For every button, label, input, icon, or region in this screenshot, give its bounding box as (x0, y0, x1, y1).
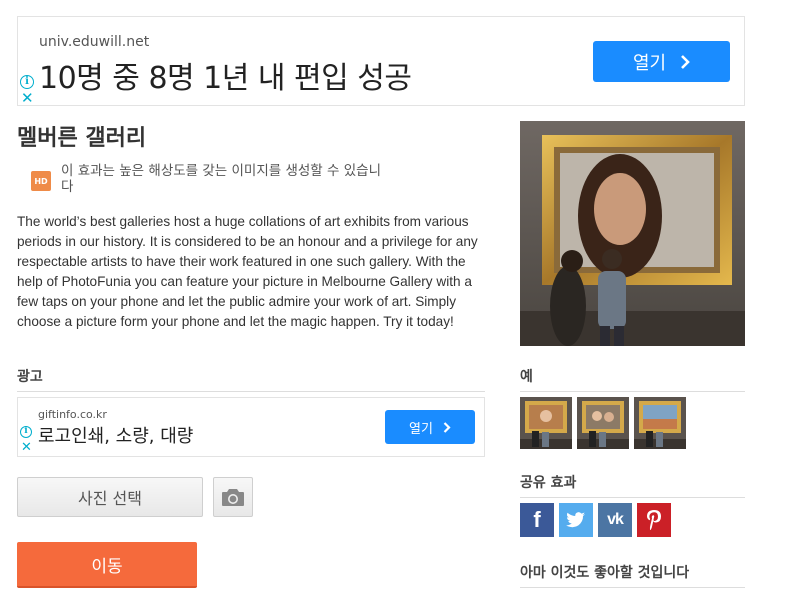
mid-ad-banner[interactable]: giftinfo.co.kr 로고인쇄, 소량, 대량 열기 i ✕ (17, 397, 485, 457)
twitter-share-button[interactable] (559, 503, 593, 537)
ads-heading: 광고 (17, 366, 485, 392)
hd-note-text: 이 효과는 높은 해상도를 갖는 이미지를 생성할 수 있습니다 (61, 163, 381, 195)
facebook-share-button[interactable]: f (520, 503, 554, 537)
example-thumbnail[interactable] (577, 397, 629, 449)
related-item-partial[interactable] (520, 596, 680, 602)
pinterest-icon (647, 510, 661, 530)
ad-open-label: 열기 (409, 421, 433, 437)
ad-headline[interactable]: 10명 중 8명 1년 내 편입 성공 (39, 53, 412, 97)
ad-domain[interactable]: giftinfo.co.kr (38, 408, 107, 421)
ad-open-button[interactable]: 열기 (385, 410, 475, 444)
chevron-right-icon (443, 421, 451, 433)
ad-close-icon[interactable]: ✕ (21, 91, 34, 106)
ad-headline[interactable]: 로고인쇄, 소량, 대량 (38, 422, 193, 448)
twitter-icon (566, 512, 585, 528)
top-ad-banner[interactable]: univ.eduwill.net 10명 중 8명 1년 내 편입 성공 열기 … (17, 16, 745, 106)
ad-open-label: 열기 (632, 52, 667, 74)
camera-icon (222, 489, 244, 506)
related-heading: 아마 이것도 좋아할 것입니다 (520, 562, 745, 588)
ad-info-icon[interactable]: i (20, 426, 32, 438)
hd-badge-icon: HD (31, 171, 51, 191)
ad-info-icon[interactable]: i (20, 75, 34, 89)
example-thumbnail[interactable] (634, 397, 686, 449)
example-thumbnail[interactable] (520, 397, 572, 449)
effect-description: The world’s best galleries host a huge c… (17, 214, 478, 329)
examples-heading: 예 (520, 366, 745, 392)
select-photo-button[interactable]: 사진 선택 (17, 477, 203, 517)
go-button[interactable]: 이동 (17, 542, 197, 588)
vk-share-button[interactable]: vk (598, 503, 632, 537)
effect-preview-image (520, 121, 745, 346)
page-title: 멜버른 갤러리 (17, 126, 147, 151)
vk-icon: vk (607, 511, 624, 528)
camera-button[interactable] (213, 477, 253, 517)
ad-close-icon[interactable]: ✕ (21, 441, 32, 455)
chevron-right-icon (681, 54, 690, 69)
ad-domain[interactable]: univ.eduwill.net (39, 34, 149, 50)
facebook-icon: f (533, 507, 541, 532)
ad-open-button[interactable]: 열기 (593, 41, 730, 82)
pinterest-share-button[interactable] (637, 503, 671, 537)
share-heading: 공유 효과 (520, 472, 745, 498)
